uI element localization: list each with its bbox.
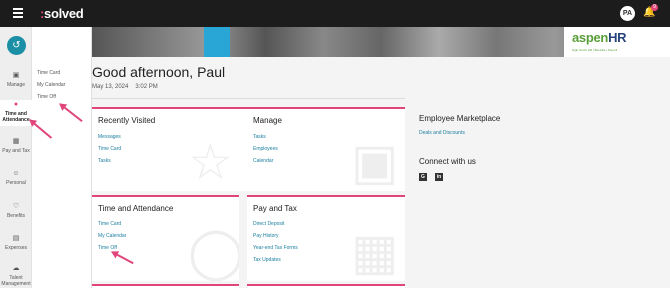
rail-item-talent-management[interactable]: ☁ Talent Management [0, 265, 32, 287]
app-home-icon[interactable]: ↺ [7, 36, 26, 55]
link-direct-deposit[interactable]: Direct Deposit [253, 221, 284, 227]
linkedin-icon[interactable]: in [435, 173, 443, 181]
card-peek [247, 284, 405, 288]
link-messages[interactable]: Messages [98, 134, 121, 140]
time-attendance-flyout: Time Card My Calendar Time Off [32, 27, 92, 288]
card-title: Time and Attendance [98, 204, 174, 213]
link-year-end-tax-forms[interactable]: Year-end Tax Forms [253, 245, 298, 251]
link-deals-and-discounts[interactable]: Deals and Discounts [419, 130, 465, 136]
link-tasks[interactable]: Tasks [253, 134, 266, 140]
heart-icon: ♡ [12, 203, 20, 210]
card-title: Pay and Tax [253, 204, 297, 213]
card-peek [92, 284, 239, 288]
briefcase-icon: ▣ [351, 134, 399, 190]
money-icon: ▦ [12, 138, 20, 145]
link-my-calendar[interactable]: My Calendar [98, 233, 126, 239]
top-bar: :solved PA 🔔 9 [0, 0, 670, 27]
rail-item-personal[interactable]: ☺ Personal [0, 170, 32, 186]
recently-visited-panel: ☆ Recently Visited Messages Time Card Ta… [92, 107, 239, 191]
pay-and-tax-card: ▦ Pay and Tax Direct Deposit Pay History… [247, 195, 405, 281]
left-nav-rail: ↺ ▣ Manage ● Time and Attendance ▦ Pay and … [0, 27, 32, 288]
time-and-attendance-card: ◯ Time and Attendance Time Card My Calen… [92, 195, 239, 281]
rail-item-pay-and-tax[interactable]: ▦ Pay and Tax [0, 138, 32, 154]
clock-icon: ● [13, 101, 19, 108]
card-title: Recently Visited [98, 116, 156, 125]
link-pay-history[interactable]: Pay History [253, 233, 279, 239]
date-time: May 13, 2024 3:02 PM [92, 84, 158, 90]
briefcase-icon: ▣ [12, 72, 20, 79]
flyout-item-my-calendar[interactable]: My Calendar [37, 82, 65, 88]
glassdoor-icon[interactable]: G [419, 173, 427, 181]
greeting-heading: Good afternoon, Paul [92, 64, 226, 80]
star-icon: ☆ [188, 134, 233, 190]
rail-item-expenses[interactable]: ▤ Expenses [0, 235, 32, 251]
aspenhr-logo: aspenHR High Touch HR | Benefits | Payro… [564, 27, 670, 57]
card-title: Manage [253, 116, 282, 125]
link-time-card[interactable]: Time Card [98, 221, 121, 227]
connect-with-us-title: Connect with us [419, 157, 476, 166]
flyout-item-time-card[interactable]: Time Card [37, 70, 60, 76]
user-avatar[interactable]: PA [620, 6, 635, 21]
manage-card: ▣ Manage Tasks Employees Calendar [247, 107, 405, 191]
link-tax-updates[interactable]: Tax Updates [253, 257, 281, 263]
link-calendar[interactable]: Calendar [253, 158, 273, 164]
hamburger-menu-icon[interactable] [13, 8, 23, 18]
employee-marketplace-title: Employee Marketplace [419, 114, 501, 123]
person-icon: ☺ [12, 170, 20, 177]
rail-item-benefits[interactable]: ♡ Benefits [0, 203, 32, 219]
receipt-icon: ▤ [12, 235, 20, 242]
cloud-icon: ☁ [12, 265, 20, 272]
flyout-item-time-off[interactable]: Time Off [37, 94, 56, 100]
divider [92, 98, 405, 99]
clock-icon: ◯ [188, 224, 239, 280]
notification-badge: 9 [651, 4, 658, 11]
link-tasks[interactable]: Tasks [98, 158, 111, 164]
banner-photo-tile [204, 27, 230, 57]
link-time-card[interactable]: Time Card [98, 146, 121, 152]
money-icon: ▦ [351, 224, 399, 280]
link-employees[interactable]: Employees [253, 146, 278, 152]
solved-logo[interactable]: :solved [40, 6, 84, 21]
rail-item-manage[interactable]: ▣ Manage [0, 72, 32, 88]
